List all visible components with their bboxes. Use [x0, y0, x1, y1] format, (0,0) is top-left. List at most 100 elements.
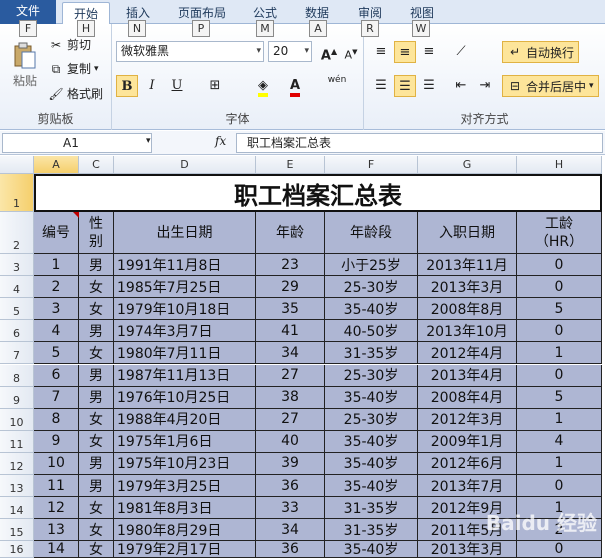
- header-birth-date-cell[interactable]: 出生日期: [114, 212, 256, 254]
- cell-age[interactable]: 33: [256, 497, 325, 520]
- cell-age-band[interactable]: 31-35岁: [325, 342, 418, 365]
- wrap-text-button[interactable]: ↵ 自动换行: [502, 41, 580, 63]
- italic-button[interactable]: I: [141, 75, 163, 97]
- cell-id[interactable]: 9: [34, 430, 79, 453]
- cell-hire-date[interactable]: 2012年6月: [418, 452, 517, 475]
- cell-tenure[interactable]: 5: [517, 386, 602, 409]
- copy-button[interactable]: ⧉ 复制 ▾: [48, 60, 99, 77]
- row-header-14[interactable]: 14: [0, 497, 34, 520]
- header-age-band-cell[interactable]: 年龄段: [325, 212, 418, 254]
- cell-birth-date[interactable]: 1975年1月6日: [114, 430, 256, 453]
- column-header-a[interactable]: A: [34, 156, 79, 174]
- cell-birth-date[interactable]: 1980年7月11日: [114, 342, 256, 365]
- cell-gender[interactable]: 男: [79, 386, 114, 409]
- cell-age[interactable]: 34: [256, 519, 325, 542]
- cell-gender[interactable]: 男: [79, 364, 114, 387]
- cell-birth-date[interactable]: 1987年11月13日: [114, 364, 256, 387]
- cell-hire-date[interactable]: 2013年11月: [418, 254, 517, 277]
- cell-age-band[interactable]: 25-30岁: [325, 364, 418, 387]
- cell-tenure[interactable]: 1: [517, 452, 602, 475]
- chevron-down-icon[interactable]: ▾: [146, 136, 151, 146]
- cell-age-band[interactable]: 35-40岁: [325, 298, 418, 321]
- fill-color-button[interactable]: ◈: [252, 75, 274, 97]
- cell-id[interactable]: 7: [34, 386, 79, 409]
- cell-age-band[interactable]: 35-40岁: [325, 452, 418, 475]
- format-painter-button[interactable]: 🖌 格式刷: [48, 85, 103, 102]
- cell-id[interactable]: 8: [34, 408, 79, 431]
- cell-tenure[interactable]: 0: [517, 254, 602, 277]
- cell-age[interactable]: 27: [256, 408, 325, 431]
- cell-age[interactable]: 35: [256, 298, 325, 321]
- cell-age-band[interactable]: 35-40岁: [325, 386, 418, 409]
- cell-id[interactable]: 14: [34, 541, 79, 558]
- cell-id[interactable]: 11: [34, 475, 79, 498]
- header-age-cell[interactable]: 年龄: [256, 212, 325, 254]
- cell-birth-date[interactable]: 1985年7月25日: [114, 276, 256, 299]
- header-hire-date-cell[interactable]: 入职日期: [418, 212, 517, 254]
- align-left-button[interactable]: ☰: [370, 75, 392, 97]
- cell-hire-date[interactable]: 2012年4月: [418, 342, 517, 365]
- cell-age-band[interactable]: 35-40岁: [325, 475, 418, 498]
- column-header-f[interactable]: F: [325, 156, 418, 174]
- cell-age[interactable]: 38: [256, 386, 325, 409]
- cell-id[interactable]: 13: [34, 519, 79, 542]
- cell-age[interactable]: 36: [256, 541, 325, 558]
- row-header-1[interactable]: 1: [0, 174, 34, 212]
- cell-tenure[interactable]: 0: [517, 276, 602, 299]
- font-color-button[interactable]: A: [284, 75, 306, 97]
- cell-birth-date[interactable]: 1979年3月25日: [114, 475, 256, 498]
- align-bottom-button[interactable]: ≡: [418, 41, 440, 63]
- cell-hire-date[interactable]: 2009年1月: [418, 430, 517, 453]
- cell-gender[interactable]: 女: [79, 298, 114, 321]
- align-middle-button[interactable]: ≡: [394, 41, 416, 63]
- cell-age[interactable]: 36: [256, 475, 325, 498]
- cell-hire-date[interactable]: 2013年3月: [418, 276, 517, 299]
- cell-id[interactable]: 3: [34, 298, 79, 321]
- cell-birth-date[interactable]: 1976年10月25日: [114, 386, 256, 409]
- cell-id[interactable]: 6: [34, 364, 79, 387]
- cell-id[interactable]: 1: [34, 254, 79, 277]
- borders-button[interactable]: ⊞: [204, 75, 226, 97]
- cell-age-band[interactable]: 31-35岁: [325, 497, 418, 520]
- cut-button[interactable]: ✂ 剪切: [48, 36, 91, 53]
- cell-age[interactable]: 29: [256, 276, 325, 299]
- formula-input[interactable]: 职工档案汇总表: [236, 133, 603, 153]
- underline-button[interactable]: U: [166, 75, 188, 97]
- column-header-c[interactable]: C: [79, 156, 114, 174]
- name-box[interactable]: A1: [2, 133, 152, 153]
- cell-gender[interactable]: 女: [79, 430, 114, 453]
- column-header-e[interactable]: E: [256, 156, 325, 174]
- cell-age[interactable]: 39: [256, 452, 325, 475]
- cell-gender[interactable]: 女: [79, 276, 114, 299]
- cell-age-band[interactable]: 31-35岁: [325, 519, 418, 542]
- cell-birth-date[interactable]: 1988年4月20日: [114, 408, 256, 431]
- align-center-button[interactable]: ☰: [394, 75, 416, 97]
- paste-button[interactable]: 粘贴: [8, 42, 42, 89]
- cell-birth-date[interactable]: 1974年3月7日: [114, 320, 256, 343]
- cell-birth-date[interactable]: 1981年8月3日: [114, 497, 256, 520]
- font-family-select[interactable]: 微软雅黑 ▾: [116, 41, 264, 62]
- cell-age-band[interactable]: 35-40岁: [325, 430, 418, 453]
- grow-font-button[interactable]: A▲: [318, 41, 340, 63]
- row-header-2[interactable]: 2: [0, 212, 34, 254]
- align-top-button[interactable]: ≡: [370, 41, 392, 63]
- align-right-button[interactable]: ☰: [418, 75, 440, 97]
- cell-tenure[interactable]: 0: [517, 364, 602, 387]
- row-header-11[interactable]: 11: [0, 430, 34, 453]
- column-header-h[interactable]: H: [517, 156, 602, 174]
- cell-gender[interactable]: 女: [79, 408, 114, 431]
- cell-hire-date[interactable]: 2012年3月: [418, 408, 517, 431]
- row-header-7[interactable]: 7: [0, 342, 34, 365]
- merge-center-button[interactable]: ⊟ 合并后居中 ▾: [502, 75, 599, 97]
- cell-age[interactable]: 40: [256, 430, 325, 453]
- cell-birth-date[interactable]: 1991年11月8日: [114, 254, 256, 277]
- increase-indent-button[interactable]: ⇥: [474, 75, 496, 97]
- cell-age[interactable]: 34: [256, 342, 325, 365]
- cell-id[interactable]: 12: [34, 497, 79, 520]
- font-size-select[interactable]: 20 ▾: [268, 41, 312, 62]
- row-header-13[interactable]: 13: [0, 475, 34, 498]
- row-header-15[interactable]: 15: [0, 519, 34, 542]
- header-tenure-cell[interactable]: 工龄 （HR）: [517, 212, 602, 254]
- cell-age-band[interactable]: 25-30岁: [325, 408, 418, 431]
- cell-gender[interactable]: 女: [79, 342, 114, 365]
